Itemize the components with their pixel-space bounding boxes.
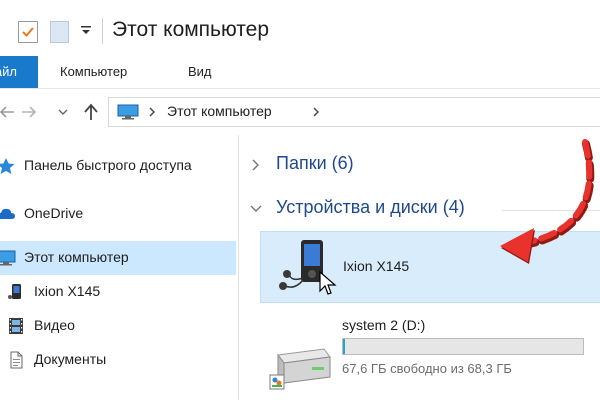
tab-file[interactable]: Файл: [0, 56, 38, 88]
drive-usage-bar: [342, 338, 584, 355]
hard-drive-icon: [268, 339, 334, 395]
window-title: Этот компьютер: [112, 18, 270, 41]
back-icon[interactable]: [0, 101, 18, 123]
tab-computer[interactable]: Компьютер: [60, 56, 127, 88]
device-name: Ixion X145: [343, 258, 410, 274]
new-folder-icon[interactable]: [50, 21, 69, 43]
forward-icon[interactable]: [18, 101, 40, 123]
group-label: Устройства и диски (4): [276, 197, 465, 217]
sidebar-item-label: Этот компьютер: [24, 249, 129, 265]
sidebar-item-label: Панель быстрого доступа: [24, 157, 192, 173]
drive-free-space: 67,6 ГБ свободно из 68,3 ГБ: [342, 361, 512, 376]
breadcrumb-chevron-icon[interactable]: [311, 105, 321, 119]
sidebar-item-ixion[interactable]: Ixion X145: [0, 275, 236, 309]
sidebar-item-onedrive[interactable]: OneDrive: [0, 197, 236, 231]
customize-quick-access-icon[interactable]: [78, 22, 94, 38]
film-icon: [6, 317, 26, 335]
tab-file-label: Файл: [0, 64, 17, 79]
mouse-cursor-icon: [318, 270, 338, 297]
sidebar-item-video[interactable]: Видео: [0, 309, 236, 343]
document-icon: [6, 351, 26, 369]
sidebar-item-documents[interactable]: Документы: [0, 343, 236, 377]
breadcrumb-chevron-icon[interactable]: [147, 105, 157, 119]
sidebar-item-label: OneDrive: [24, 205, 84, 221]
sidebar-item-label: Ixion X145: [34, 283, 101, 299]
content-pane: Папки (6) Устройства и диски (4) Ixion X…: [240, 135, 600, 400]
computer-icon: [117, 104, 139, 120]
pane-divider[interactable]: [238, 135, 239, 400]
chevron-down-icon: [250, 202, 262, 216]
sidebar-item-this-pc[interactable]: Этот компьютер: [0, 241, 236, 275]
star-icon: [0, 157, 16, 175]
computer-icon: [0, 249, 16, 267]
drive-tile-d[interactable]: system 2 (D:) 67,6 ГБ свободно из 68,3 Г…: [260, 313, 600, 400]
drive-name: system 2 (D:): [342, 317, 426, 333]
address-bar[interactable]: Этот компьютер: [108, 97, 600, 127]
cloud-icon: [0, 205, 16, 223]
navigation-bar: Этот компьютер: [0, 89, 600, 135]
group-divider-line: [502, 210, 600, 211]
title-separator: [102, 18, 103, 44]
navigation-pane: Панель быстрого доступа OneDrive Этот ко…: [0, 135, 238, 400]
ribbon-tabs: Файл Компьютер Вид: [0, 56, 600, 89]
sidebar-item-quick-access[interactable]: Панель быстрого доступа: [0, 149, 236, 183]
sidebar-item-label: Видео: [34, 317, 75, 333]
properties-icon[interactable]: [18, 21, 38, 43]
tab-view[interactable]: Вид: [188, 56, 212, 88]
title-bar: Этот компьютер: [0, 0, 600, 56]
chevron-right-icon: [250, 158, 262, 172]
breadcrumb-this-pc[interactable]: Этот компьютер: [167, 103, 272, 119]
file-explorer-window: Этот компьютер Файл Компьютер Вид: [0, 0, 600, 400]
group-label: Папки (6): [276, 153, 354, 173]
sidebar-item-label: Документы: [34, 351, 107, 367]
media-player-icon: [6, 283, 26, 301]
recent-locations-icon[interactable]: [56, 101, 70, 123]
drive-usage-fill: [343, 339, 346, 354]
up-arrow-icon[interactable]: [80, 101, 102, 123]
device-tile-ixion[interactable]: Ixion X145: [260, 231, 600, 303]
